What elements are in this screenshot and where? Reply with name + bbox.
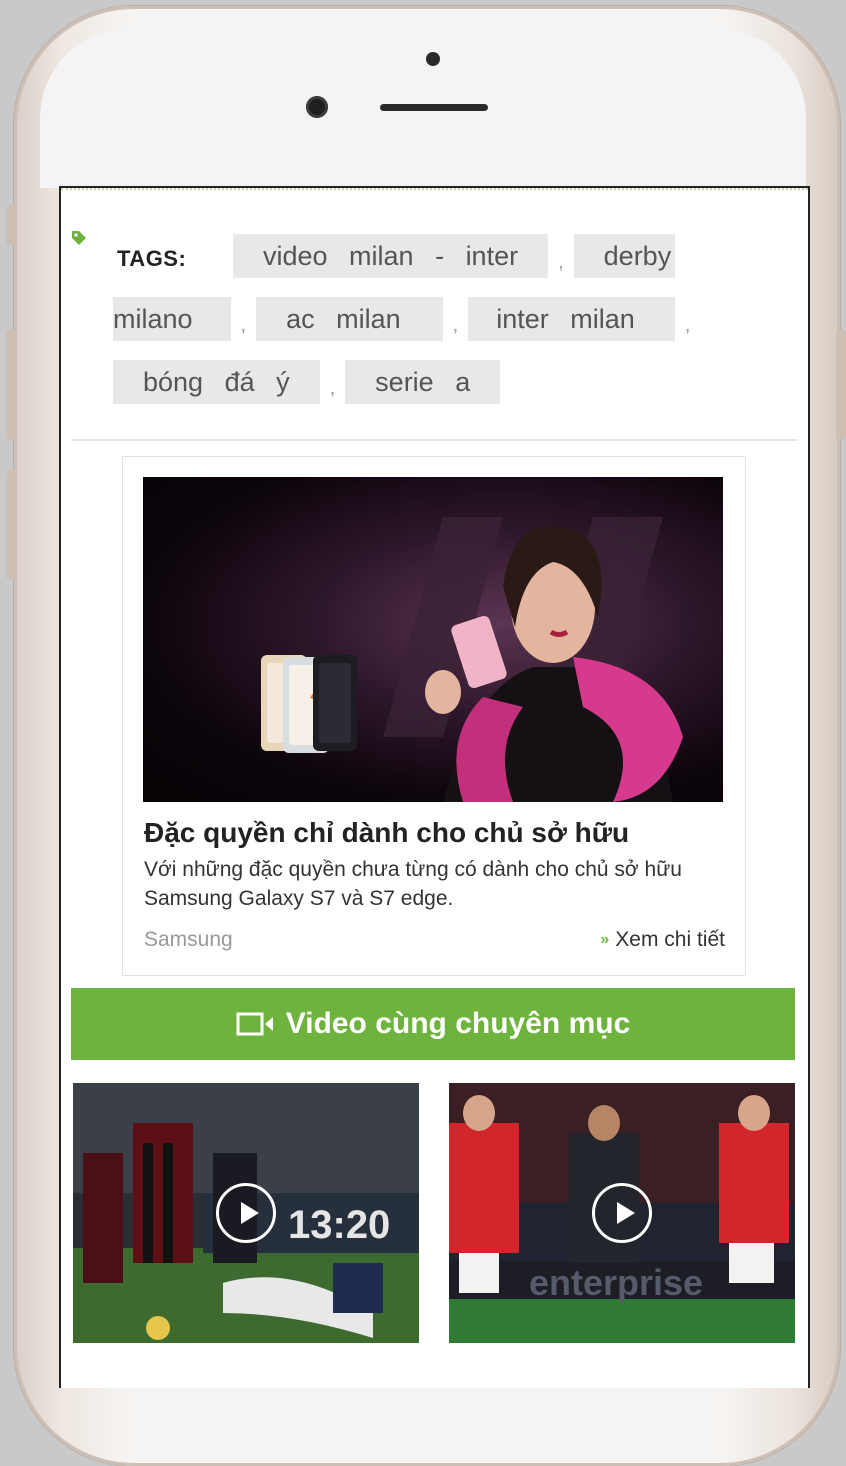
ad-more-label: Xem chi tiết xyxy=(615,928,725,951)
thumbnail-overlay-text: enterprise xyxy=(529,1262,703,1303)
ad-more-link[interactable]: » Xem chi tiết xyxy=(600,928,725,952)
tag-ac-milan[interactable]: ac milan xyxy=(256,297,443,341)
sponsored-ad-card[interactable]: Đặc quyền chỉ dành cho chủ sở hữu Với nh… xyxy=(122,456,746,976)
tag-video-milan-inter[interactable]: video milan - inter xyxy=(233,234,549,278)
phone-screen: TAGS: video milan - inter , derby milano… xyxy=(59,186,810,1388)
tag-serie-a[interactable]: serie a xyxy=(345,360,501,404)
video-thumbnail[interactable]: enterprise xyxy=(449,1083,795,1343)
volume-down-button xyxy=(6,470,16,580)
tag-milano[interactable]: milano xyxy=(113,297,231,341)
tag-inter-milan[interactable]: inter milan xyxy=(468,297,675,341)
tag-bong-da-y[interactable]: bóng đá ý xyxy=(113,360,320,404)
video-section-title: Video cùng chuyên mục xyxy=(285,1007,631,1040)
ad-title[interactable]: Đặc quyền chỉ dành cho chủ sở hữu xyxy=(144,817,629,849)
screen-top-border xyxy=(61,188,808,192)
tag-row-1: video milan - inter , derby xyxy=(233,234,676,278)
play-icon[interactable] xyxy=(216,1183,276,1243)
proximity-sensor xyxy=(426,52,440,66)
ad-image[interactable] xyxy=(143,477,723,802)
tag-row-2: milano , ac milan , inter milan , xyxy=(113,297,700,341)
earpiece-speaker xyxy=(380,104,488,111)
tag-separator: , xyxy=(452,313,459,336)
tag-separator: , xyxy=(558,250,564,273)
tag-derby[interactable]: derby xyxy=(573,234,676,278)
tag-separator: , xyxy=(684,313,691,336)
play-icon[interactable] xyxy=(592,1183,652,1243)
video-thumbnail[interactable]: 13:20 xyxy=(73,1083,419,1343)
tag-separator: , xyxy=(240,313,247,336)
tag-icon xyxy=(72,231,86,245)
mute-switch xyxy=(6,205,16,245)
ad-description: Với những đặc quyền chưa từng có dành ch… xyxy=(144,858,682,910)
front-camera xyxy=(306,96,328,118)
video-section-header: Video cùng chuyên mục xyxy=(71,988,795,1060)
power-button xyxy=(836,330,846,440)
tag-separator: , xyxy=(329,376,336,399)
tag-row-3: bóng đá ý , serie a xyxy=(113,360,501,404)
video-camera-icon xyxy=(236,1012,273,1036)
thumbnail-overlay-text: 13:20 xyxy=(288,1203,390,1247)
section-divider xyxy=(71,439,797,441)
double-chevron-right-icon: » xyxy=(600,931,610,948)
ad-artwork xyxy=(261,517,683,802)
ad-source: Samsung xyxy=(144,928,233,951)
tags-label: TAGS: xyxy=(117,246,187,271)
volume-up-button xyxy=(6,330,16,440)
